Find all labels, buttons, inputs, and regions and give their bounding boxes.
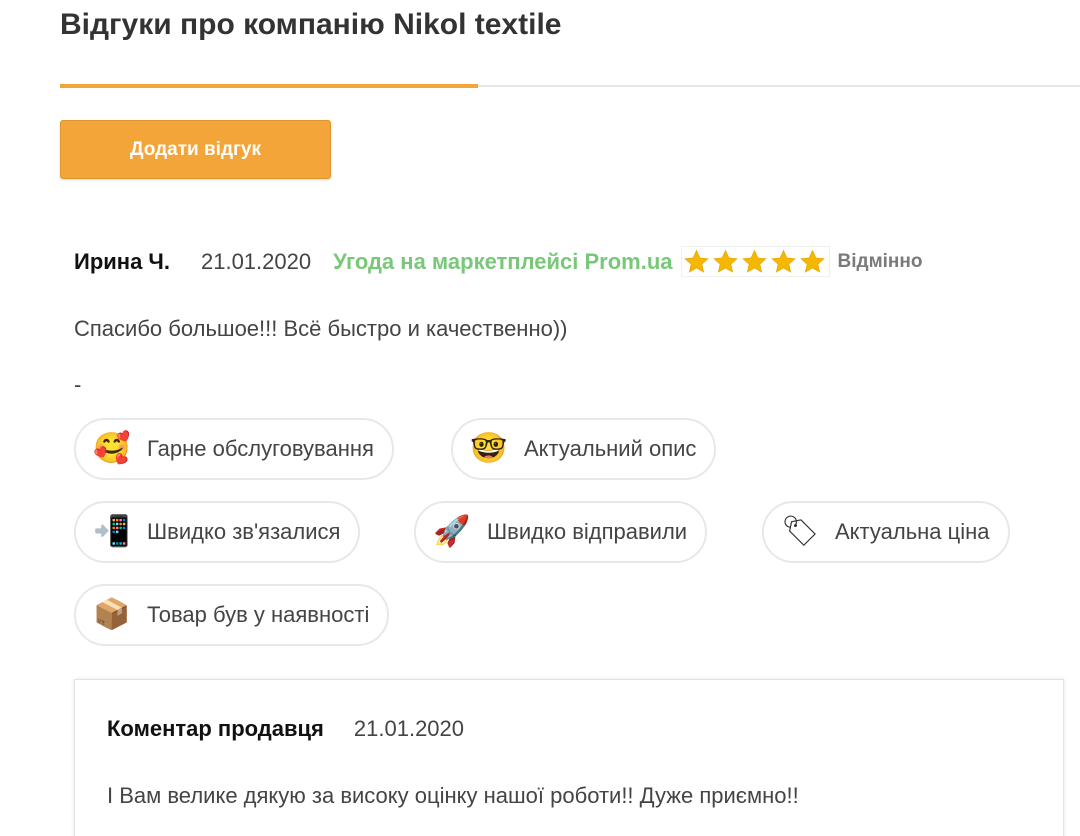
rating-label: Відмінно xyxy=(837,250,923,272)
tag-label: Актуальна ціна xyxy=(835,519,990,544)
star-icon xyxy=(770,249,796,273)
active-tab-indicator xyxy=(60,84,478,88)
review-header: Ирина Ч. 21.01.2020 Угода на маркетплейс… xyxy=(74,246,922,277)
tag-label: Швидко відправили xyxy=(487,519,688,544)
star-icon xyxy=(683,249,709,273)
mobile-phone-arrow-icon: 📲 xyxy=(93,515,131,548)
rating-stars xyxy=(680,246,830,277)
seller-comment-date: 21.01.2020 xyxy=(353,716,465,741)
seller-comment-label: Коментар продавця xyxy=(107,716,324,741)
page-title: Відгуки про компанію Nikol textile xyxy=(60,8,562,41)
seller-comment-text: І Вам велике дякую за високу оцінку нашо… xyxy=(107,783,799,808)
tag-label: Актуальний опис xyxy=(524,436,697,461)
tag-in-stock: 📦 Товар був у наявності xyxy=(74,584,390,646)
star-icon xyxy=(799,249,825,273)
price-tag-icon: 🏷 xyxy=(781,515,820,548)
tag-actual-description: 🤓 Актуальний опис xyxy=(451,418,717,480)
tag-actual-price: 🏷 Актуальна ціна xyxy=(762,501,1010,563)
tag-label: Гарне обслуговування xyxy=(147,436,374,461)
review-text: Спасибо большое!!! Всё быстро и качестве… xyxy=(74,316,568,341)
seller-comment-box: Коментар продавця 21.01.2020 І Вам велик… xyxy=(74,679,1064,836)
tag-label: Швидко зв'язалися xyxy=(147,519,341,544)
tag-label: Товар був у наявності xyxy=(147,602,370,627)
reviews-page: Відгуки про компанію Nikol textile Додат… xyxy=(0,0,1080,836)
review-date: 21.01.2020 xyxy=(200,248,312,274)
review-author: Ирина Ч. xyxy=(74,248,170,274)
review-secondary-text: - xyxy=(74,372,82,397)
tag-quick-shipping: 🚀 Швидко відправили xyxy=(414,501,708,563)
star-icon xyxy=(741,249,767,273)
seller-comment-header: Коментар продавця 21.01.2020 xyxy=(107,716,464,742)
add-review-button[interactable]: Додати відгук xyxy=(60,120,331,179)
tag-good-service: 🥰 Гарне обслуговування xyxy=(74,418,394,480)
rocket-icon: 🚀 xyxy=(433,515,471,548)
nerd-face-icon: 🤓 xyxy=(470,432,508,465)
star-icon xyxy=(712,249,738,273)
smiling-face-with-hearts-icon: 🥰 xyxy=(93,432,131,465)
package-icon: 📦 xyxy=(93,598,131,631)
tag-quick-contact: 📲 Швидко зв'язалися xyxy=(74,501,361,563)
marketplace-deal-link[interactable]: Угода на маркетплейсі Prom.ua xyxy=(333,249,672,275)
